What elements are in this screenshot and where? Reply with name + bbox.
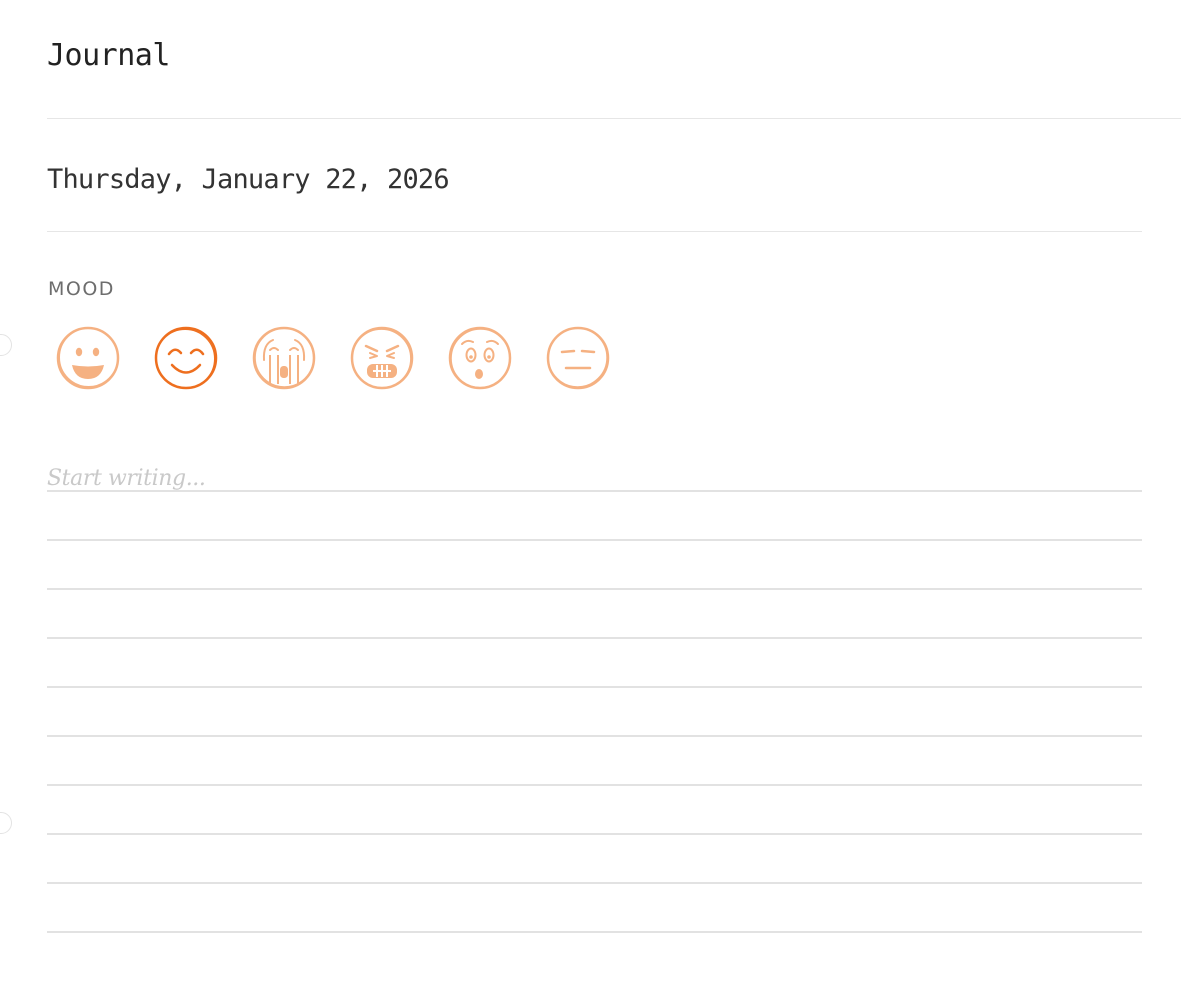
ruled-line	[47, 784, 1142, 786]
mood-option-surprised[interactable]	[447, 326, 513, 390]
date-divider	[47, 231, 1142, 232]
ruled-line	[47, 490, 1142, 492]
crying-face-icon	[252, 326, 316, 390]
app-title: Journal	[47, 38, 170, 73]
ruled-line	[47, 539, 1142, 541]
ruled-line	[47, 833, 1142, 835]
journal-entry-textarea[interactable]: Start writing...	[47, 456, 1142, 934]
entry-placeholder: Start writing...	[47, 466, 206, 491]
ruled-line	[47, 882, 1142, 884]
ruled-line	[47, 588, 1142, 590]
binder-hole-top	[0, 334, 12, 356]
header-divider	[47, 118, 1181, 119]
mood-option-crying[interactable]	[251, 326, 317, 390]
mood-option-angry[interactable]	[349, 326, 415, 390]
entry-date: Thursday, January 22, 2026	[47, 164, 450, 195]
mood-label: MOOD	[48, 278, 115, 300]
mood-option-grinning[interactable]	[55, 326, 121, 390]
ruled-line	[47, 637, 1142, 639]
mood-option-smiling[interactable]	[153, 326, 219, 390]
binder-hole-bottom	[0, 812, 12, 834]
mood-option-expressionless[interactable]	[545, 326, 611, 390]
surprised-face-icon	[448, 326, 512, 390]
ruled-line	[47, 686, 1142, 688]
smiling-face-icon	[154, 326, 218, 390]
expressionless-face-icon	[546, 326, 610, 390]
angry-face-icon	[350, 326, 414, 390]
ruled-line	[47, 931, 1142, 933]
grinning-face-icon	[56, 326, 120, 390]
ruled-line	[47, 735, 1142, 737]
